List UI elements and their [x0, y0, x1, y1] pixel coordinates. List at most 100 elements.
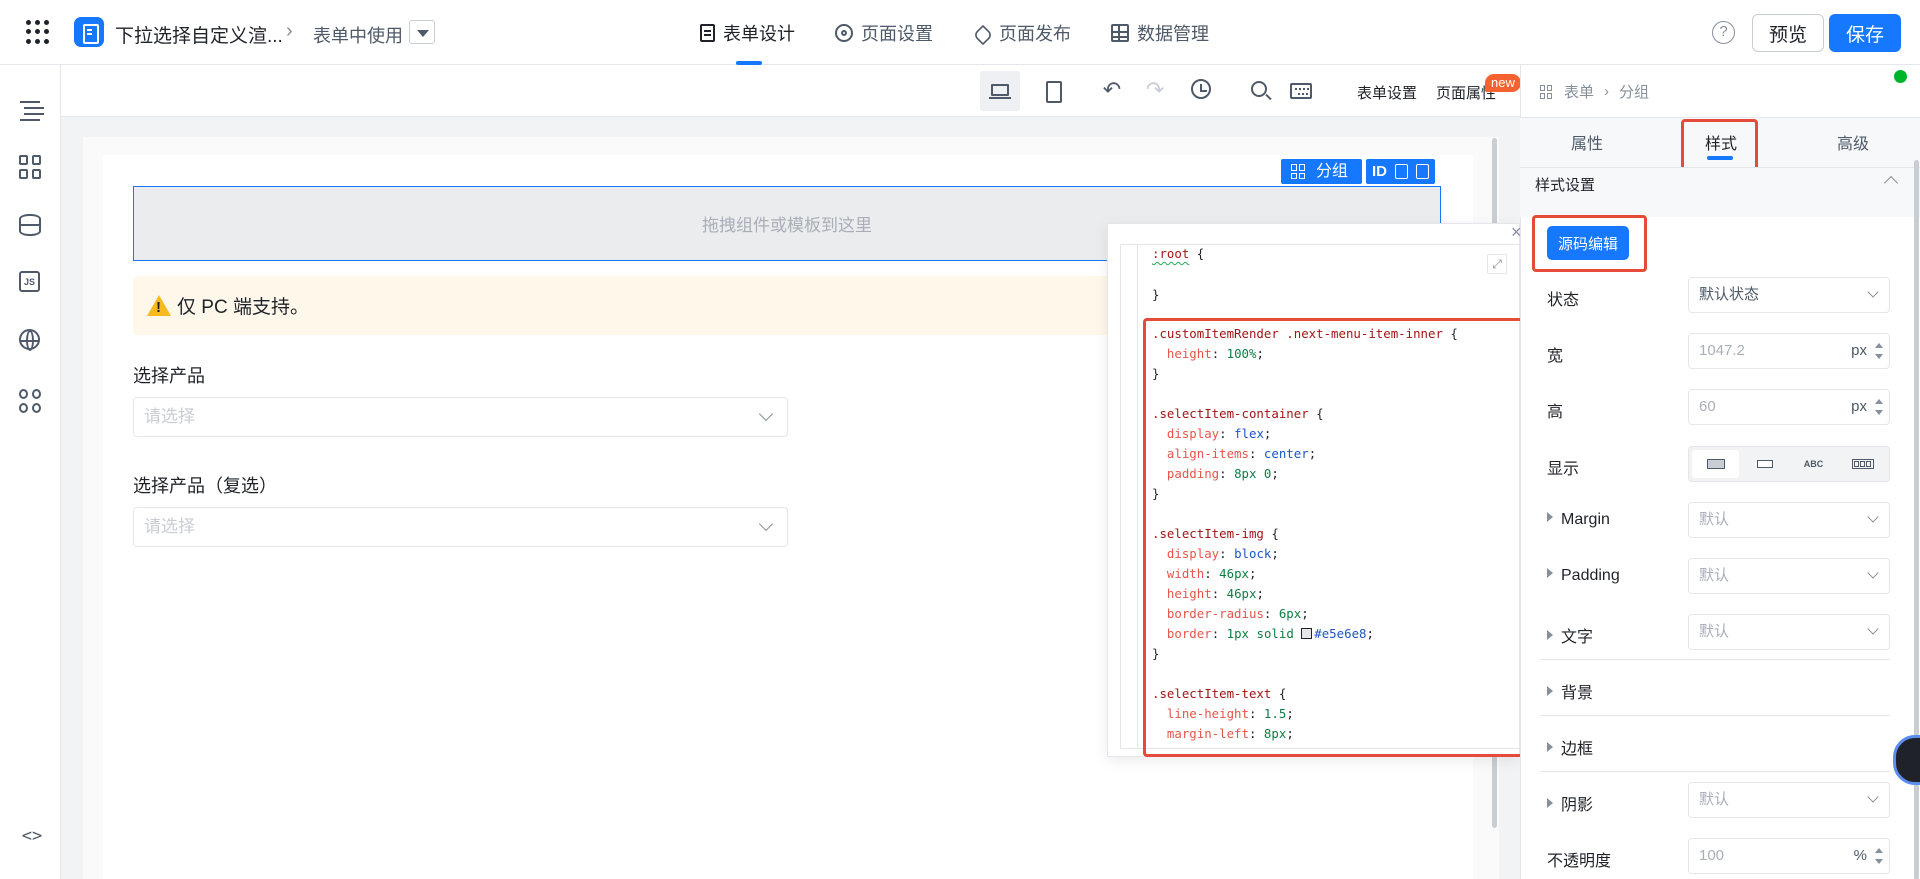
text-select[interactable]: 默认: [1688, 614, 1890, 650]
tab-form-design-label: 表单设计: [723, 23, 795, 44]
stepper-up-icon[interactable]: [1875, 399, 1883, 404]
chevron-down-icon: [758, 516, 774, 532]
shadow-select[interactable]: 默认: [1688, 782, 1890, 818]
prop-label-opacity: 不透明度: [1547, 853, 1612, 870]
height-value: 60: [1699, 398, 1716, 415]
search-icon[interactable]: [1251, 81, 1267, 97]
undo-icon[interactable]: ↶: [1100, 79, 1124, 103]
padding-select[interactable]: 默认: [1688, 558, 1890, 594]
keyboard-icon[interactable]: [1290, 83, 1312, 99]
help-icon[interactable]: ?: [1712, 21, 1735, 44]
preview-button[interactable]: 预览: [1752, 14, 1824, 52]
breadcrumb-group[interactable]: 分组: [1619, 81, 1649, 102]
caret-right-icon: [1547, 630, 1553, 640]
margin-select[interactable]: 默认: [1688, 502, 1890, 538]
padding-value: 默认: [1699, 567, 1730, 584]
prop-label-text[interactable]: 文字: [1547, 623, 1593, 647]
group-component-tag[interactable]: 分组: [1281, 159, 1363, 184]
editor-gutter: [1137, 244, 1138, 749]
component-id-button[interactable]: ID: [1372, 159, 1387, 184]
copy-icon[interactable]: [1395, 164, 1409, 179]
globe-icon[interactable]: [19, 329, 40, 351]
warning-icon: [147, 295, 171, 316]
display-block-option[interactable]: [1692, 450, 1739, 478]
canvas-toolbar: ↶ ↷ 表单设置 页面属性: [61, 65, 1520, 117]
prop-label-shadow[interactable]: 阴影: [1547, 791, 1593, 815]
state-select[interactable]: 默认状态: [1688, 277, 1890, 313]
divider: [1540, 659, 1890, 660]
tab-form-design[interactable]: 表单设计: [700, 0, 795, 65]
highlight-box-code: [1143, 318, 1525, 757]
display-inline-option[interactable]: ABC: [1790, 450, 1837, 478]
mobile-view-icon[interactable]: [1040, 79, 1064, 103]
prop-label-border[interactable]: 边框: [1547, 735, 1593, 759]
status-dot-icon: [1894, 70, 1907, 83]
app-title[interactable]: 下拉选择自定义渲...: [115, 21, 283, 48]
breadcrumb-form[interactable]: 表单: [1564, 81, 1594, 102]
product-select[interactable]: 请选择: [133, 397, 788, 437]
app-logo-icon: [74, 17, 104, 47]
group-component-toolbar: 分组 ID: [1281, 159, 1436, 184]
opacity-input[interactable]: 100 %: [1688, 838, 1890, 874]
caret-right-icon: [1547, 568, 1553, 578]
prop-label-state: 状态: [1547, 292, 1580, 309]
tab-page-publish-label: 页面发布: [999, 23, 1071, 44]
history-icon[interactable]: [1191, 79, 1211, 99]
gear-icon: [835, 23, 853, 42]
delete-icon[interactable]: [1416, 164, 1430, 179]
dropzone-hint: 拖拽组件或模板到这里: [702, 216, 872, 235]
stepper-down-icon[interactable]: [1875, 410, 1883, 415]
tab-data-management[interactable]: 数据管理: [1111, 0, 1209, 65]
breadcrumb-chevron-icon: ›: [1604, 83, 1610, 100]
stepper-down-icon[interactable]: [1875, 354, 1883, 359]
height-input[interactable]: 60 px: [1688, 389, 1890, 425]
tab-page-settings[interactable]: 页面设置: [835, 0, 933, 65]
state-value: 默认状态: [1699, 286, 1760, 303]
stepper-up-icon[interactable]: [1875, 343, 1883, 348]
width-unit: px: [1851, 342, 1867, 359]
form-settings-link[interactable]: 表单设置: [1357, 82, 1417, 103]
caret-right-icon: [1547, 686, 1553, 696]
group-icon: [1291, 164, 1306, 179]
left-rail: [0, 65, 61, 879]
text-value: 默认: [1699, 623, 1730, 640]
desktop-icon: [989, 84, 1011, 99]
datasource-icon[interactable]: [19, 214, 41, 236]
group-label: 分组: [1316, 163, 1349, 180]
save-button[interactable]: 保存: [1829, 14, 1901, 52]
display-flex-option[interactable]: [1839, 450, 1886, 478]
tab-page-publish[interactable]: 页面发布: [973, 0, 1071, 65]
margin-value: 默认: [1699, 511, 1730, 528]
app-grid-icon[interactable]: [26, 20, 50, 44]
highlight-box-source-edit: [1532, 215, 1647, 272]
width-input[interactable]: 1047.2 px: [1688, 333, 1890, 369]
prop-label-padding[interactable]: Padding: [1547, 567, 1620, 585]
expand-icon[interactable]: ⤢: [1487, 254, 1507, 274]
stepper-down-icon[interactable]: [1875, 859, 1883, 864]
page-switch-dropdown[interactable]: [409, 20, 435, 44]
shadow-value: 默认: [1699, 791, 1730, 808]
top-bar: 下拉选择自定义渲... › 表单中使用 表单设计 页面设置 页面发布 数据管理 …: [0, 0, 1920, 65]
components-icon[interactable]: [19, 155, 43, 179]
apps-icon[interactable]: [19, 389, 43, 413]
product-multi-select[interactable]: 请选择: [133, 507, 788, 547]
padding-label: Padding: [1561, 567, 1620, 584]
opacity-value: 100: [1699, 847, 1725, 864]
product-select-placeholder: 请选择: [144, 407, 195, 426]
outline-tree-icon[interactable]: [19, 98, 43, 122]
display-inline-block-option[interactable]: [1741, 450, 1788, 478]
js-icon[interactable]: JS: [19, 271, 40, 292]
table-icon: [1111, 23, 1129, 42]
group-actions: ID: [1366, 159, 1436, 184]
form-doc-icon: [700, 23, 715, 42]
breadcrumb-page[interactable]: 表单中使用: [313, 22, 403, 48]
redo-icon[interactable]: ↷: [1143, 79, 1167, 103]
stepper-up-icon[interactable]: [1875, 848, 1883, 853]
prop-label-background[interactable]: 背景: [1547, 679, 1593, 703]
tab-advanced[interactable]: 高级: [1837, 130, 1869, 154]
tab-props[interactable]: 属性: [1571, 130, 1603, 154]
code-icon[interactable]: <>: [19, 824, 45, 848]
display-mode-toggle: ABC: [1688, 446, 1890, 482]
desktop-view-button[interactable]: [980, 71, 1020, 111]
prop-label-margin[interactable]: Margin: [1547, 511, 1610, 529]
